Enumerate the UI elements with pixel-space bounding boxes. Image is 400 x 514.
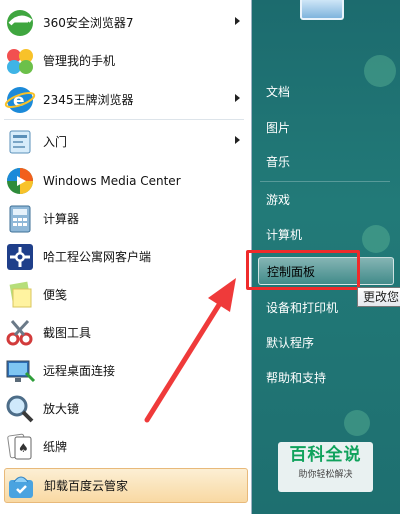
remote-desktop-icon bbox=[6, 360, 36, 382]
magnifier-icon bbox=[6, 395, 34, 422]
360-browser-icon bbox=[7, 9, 33, 36]
program-label: 计算器 bbox=[43, 212, 80, 226]
watermark-title: 百科全说 bbox=[289, 445, 362, 465]
snipping-tool-icon bbox=[6, 319, 33, 345]
divider bbox=[260, 181, 390, 182]
tooltip: 更改您 bbox=[357, 287, 400, 307]
program-solitaire[interactable]: ♠ 纸牌 bbox=[4, 429, 248, 464]
svg-text:♠: ♠ bbox=[18, 441, 29, 455]
places-item-music[interactable]: 音乐 bbox=[258, 148, 394, 176]
program-label: 360安全浏览器7 bbox=[43, 16, 134, 30]
places-item-games[interactable]: 游戏 bbox=[258, 186, 394, 214]
program-label: 远程桌面连接 bbox=[43, 364, 116, 378]
getting-started-icon bbox=[9, 130, 31, 153]
program-getting-started[interactable]: 入门 bbox=[4, 124, 248, 159]
program-label: 哈工程公寓网客户端 bbox=[43, 250, 152, 264]
program-label: 放大镜 bbox=[43, 402, 80, 416]
program-label: 2345王牌浏览器 bbox=[43, 93, 134, 107]
programs-list: 360安全浏览器7 管理我的手机 e 2345王牌浏览器 入门 Windows … bbox=[0, 0, 252, 514]
program-network-client[interactable]: 哈工程公寓网客户端 bbox=[4, 239, 248, 274]
submenu-arrow-icon[interactable] bbox=[235, 136, 240, 144]
media-center-icon bbox=[7, 167, 33, 194]
phone-manager-icon bbox=[7, 48, 33, 74]
watermark-subtitle: 助你轻松解决 bbox=[298, 470, 353, 480]
solitaire-icon: ♠ bbox=[7, 433, 32, 459]
places-item-computer[interactable]: 计算机 bbox=[258, 221, 394, 249]
program-360-browser[interactable]: 360安全浏览器7 bbox=[4, 5, 248, 40]
program-sticky-notes[interactable]: 便笺 bbox=[4, 277, 248, 312]
network-client-icon bbox=[7, 243, 33, 270]
2345-browser-icon: e bbox=[4, 86, 36, 113]
watermark: 百科全说 助你轻松解决 bbox=[278, 442, 373, 492]
program-label: 便笺 bbox=[43, 288, 68, 302]
program-label: 截图工具 bbox=[43, 326, 92, 340]
places-item-default-programs[interactable]: 默认程序 bbox=[258, 329, 394, 357]
sticky-notes-icon bbox=[9, 281, 32, 307]
program-phone-manager[interactable]: 管理我的手机 bbox=[4, 43, 248, 78]
program-baidu-cloud-uninstall[interactable]: 卸载百度云管家 bbox=[4, 468, 248, 503]
submenu-arrow-icon[interactable] bbox=[235, 17, 240, 25]
program-label: 入门 bbox=[43, 135, 68, 149]
baidu-cloud-uninstall-icon bbox=[9, 476, 33, 498]
program-2345-browser[interactable]: e 2345王牌浏览器 bbox=[4, 82, 248, 117]
program-label: Windows Media Center bbox=[43, 173, 181, 188]
highlight-box bbox=[246, 250, 360, 290]
program-label: 卸载百度云管家 bbox=[44, 479, 129, 493]
submenu-arrow-icon[interactable] bbox=[235, 94, 240, 102]
places-item-documents[interactable]: 文档 bbox=[258, 78, 394, 106]
calculator-icon bbox=[9, 205, 31, 232]
program-snipping-tool[interactable]: 截图工具 bbox=[4, 315, 248, 350]
program-label: 纸牌 bbox=[43, 440, 68, 454]
program-label: 管理我的手机 bbox=[43, 54, 116, 68]
places-item-help-support[interactable]: 帮助和支持 bbox=[258, 364, 394, 392]
program-magnifier[interactable]: 放大镜 bbox=[4, 391, 248, 426]
user-avatar[interactable] bbox=[300, 0, 344, 20]
divider bbox=[4, 119, 244, 120]
program-media-center[interactable]: Windows Media Center bbox=[4, 163, 248, 198]
program-remote-desktop[interactable]: 远程桌面连接 bbox=[4, 353, 248, 388]
background-glow bbox=[344, 410, 370, 436]
program-calculator[interactable]: 计算器 bbox=[4, 201, 248, 236]
places-item-pictures[interactable]: 图片 bbox=[258, 114, 394, 142]
